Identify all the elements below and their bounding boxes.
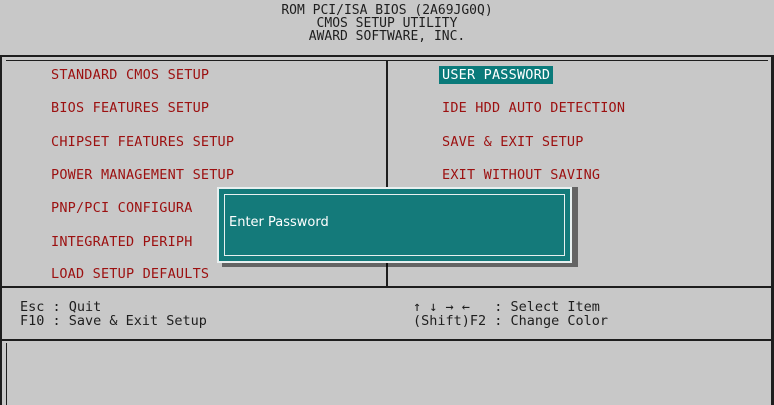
menu-pnp-pci-configuration[interactable]: PNP/PCI CONFIGURA [51, 199, 193, 217]
menu-user-password[interactable]: USER PASSWORD [439, 66, 554, 84]
bios-header: ROM PCI/ISA BIOS (2A69JG0Q) CMOS SETUP U… [0, 0, 774, 54]
enter-password-prompt: Enter Password [229, 215, 329, 230]
help-inner-left [6, 343, 7, 405]
top-divider [0, 55, 774, 57]
vendor-title: AWARD SOFTWARE, INC. [308, 29, 466, 44]
footer-change-color: (Shift)F2 : Change Color [413, 313, 609, 329]
menu-power-management-setup[interactable]: POWER MANAGEMENT SETUP [51, 166, 234, 184]
footer-divider [0, 286, 774, 288]
password-dialog[interactable]: Enter Password [217, 187, 572, 263]
menu-bios-features-setup[interactable]: BIOS FEATURES SETUP [51, 99, 209, 117]
left-border [0, 55, 2, 405]
menu-load-setup-defaults[interactable]: LOAD SETUP DEFAULTS [51, 265, 209, 283]
menu-chipset-features-setup[interactable]: CHIPSET FEATURES SETUP [51, 133, 234, 151]
help-divider [0, 339, 774, 341]
footer-f10-save-exit: F10 : Save & Exit Setup [20, 313, 207, 329]
menu-exit-without-saving[interactable]: EXIT WITHOUT SAVING [442, 166, 600, 184]
menu-ide-hdd-auto-detection[interactable]: IDE HDD AUTO DETECTION [442, 99, 625, 117]
menu-save-exit-setup[interactable]: SAVE & EXIT SETUP [442, 133, 584, 151]
footer-esc-quit: Esc : Quit [20, 299, 102, 315]
menu-standard-cmos-setup[interactable]: STANDARD CMOS SETUP [51, 66, 209, 84]
footer-select-item: ↑ ↓ → ← : Select Item [413, 299, 600, 315]
menu-integrated-peripherals[interactable]: INTEGRATED PERIPH [51, 233, 193, 251]
